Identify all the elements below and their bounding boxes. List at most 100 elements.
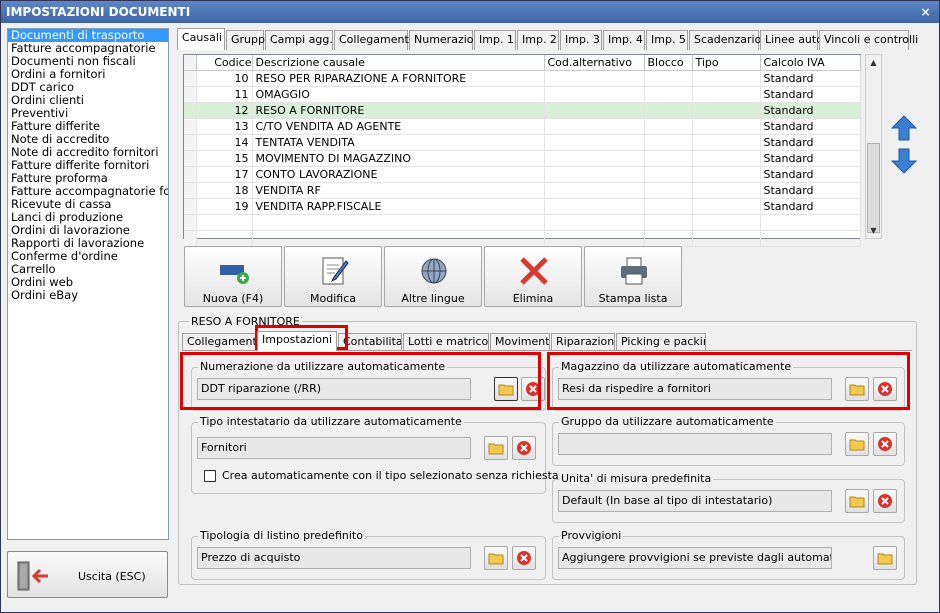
row-header[interactable] [184,102,197,119]
tab-imp-3[interactable]: Imp. 3 [560,30,602,50]
table-cell: 11 [196,86,253,103]
subtab-picking-e-packing[interactable]: Picking e packing [616,333,706,351]
tab-gruppi[interactable]: Gruppi [226,30,268,50]
column-header[interactable]: Calcolo IVA [760,55,861,71]
folder-icon [849,384,865,396]
tipo-intestatario-browse-button[interactable] [484,436,508,460]
tab-imp-1[interactable]: Imp. 1 [474,30,516,50]
table-cell [644,182,693,199]
column-header[interactable]: Descrizione causale [252,55,545,71]
tab-campi-agg-[interactable]: Campi agg. [265,30,333,50]
listino-clear-button[interactable] [512,546,536,570]
table-cell [196,214,253,231]
exit-button[interactable]: Uscita (ESC) [7,551,168,598]
tipo-intestatario-clear-button[interactable] [512,436,536,460]
scroll-thumb[interactable] [867,143,880,233]
causali-grid[interactable]: Codice Descrizione causale Cod.alternativo… [183,54,861,247]
unita-misura-browse-button[interactable] [845,489,869,513]
row-header[interactable] [184,134,197,151]
tab-causali[interactable]: Causali [177,28,225,50]
tab-imp-5[interactable]: Imp. 5 [646,30,688,50]
table-row[interactable]: 13 C/TO VENDITA AD AGENTE Standard [184,118,861,135]
tab-imp-4[interactable]: Imp. 4 [603,30,645,50]
table-row[interactable]: 18 VENDITA RF Standard [184,182,861,199]
document-type-list[interactable]: Documenti di trasporto Fatture accompagna… [7,28,169,540]
table-row[interactable]: 10 RESO PER RIPARAZIONE A FORNITORE Standa… [184,70,861,87]
table-row[interactable]: 14 TENTATA VENDITA Standard [184,134,861,151]
table-row[interactable]: 17 CONTO LAVORAZIONE Standard [184,166,861,183]
numerazione-clear-button[interactable] [521,377,545,401]
gruppo-clear-button[interactable] [873,432,897,456]
gruppo-browse-button[interactable] [845,432,869,456]
languages-button[interactable]: Altre lingue [384,246,482,307]
unita-misura-field[interactable]: Default (In base al tipo di intestatario… [558,490,832,512]
column-header[interactable]: Blocco [644,55,693,71]
table-cell: MOVIMENTO DI MAGAZZINO [252,150,545,167]
tab-numerazioni[interactable]: Numerazioni [409,30,484,50]
unita-misura-clear-button[interactable] [873,489,897,513]
column-header[interactable]: Codice [196,55,253,71]
subtab-impostazioni[interactable]: Impostazioni [257,331,337,351]
row-header[interactable] [184,70,197,87]
print-button[interactable]: Stampa lista [584,246,682,307]
subtab-lotti-e-matricole[interactable]: Lotti e matricole [403,333,489,351]
subtab-contabilita-[interactable]: Contabilita' [338,333,402,351]
gruppo-field[interactable] [558,433,832,455]
auto-create-checkbox[interactable] [204,470,216,482]
tab-scadenzario[interactable]: Scadenzario [689,30,761,50]
column-header[interactable]: Cod.alternativo [544,55,645,71]
row-header[interactable] [184,198,197,215]
doc-list-item[interactable]: Ordini eBay [8,289,168,302]
provvigioni-field[interactable]: Aggiungere provvigioni se previste dagli… [558,547,832,569]
subtab-movimenti[interactable]: Movimenti [490,333,550,351]
column-header[interactable]: Tipo [692,55,761,71]
row-header[interactable] [184,150,197,167]
table-row[interactable]: 15 MOVIMENTO DI MAGAZZINO Standard [184,150,861,167]
move-down-button[interactable] [890,147,918,175]
table-cell [544,230,645,247]
tipo-intestatario-label: Tipo intestatario da utilizzare automati… [198,415,464,428]
table-cell: CONTO LAVORAZIONE [252,166,545,183]
delete-button[interactable]: Elimina [484,246,582,307]
table-cell [544,214,645,231]
tab-collegamenti[interactable]: Collegamenti [334,30,412,50]
scroll-up-arrow[interactable]: ▲ [866,55,881,71]
provvigioni-browse-button[interactable] [873,546,897,570]
scroll-down-arrow[interactable]: ▼ [866,223,881,239]
row-header[interactable] [184,86,197,103]
move-up-button[interactable] [890,114,918,142]
subtab-riparazioni[interactable]: Riparazioni [551,333,615,351]
tab-linee-auto[interactable]: Linee auto [760,30,823,50]
subtab-collegamenti[interactable]: Collegamenti [182,333,256,351]
listino-field[interactable]: Prezzo di acquisto [197,547,471,569]
listino-browse-button[interactable] [484,546,508,570]
tab-imp-2[interactable]: Imp. 2 [517,30,559,50]
magazzino-clear-button[interactable] [873,377,897,401]
table-row[interactable]: 11 OMAGGIO Standard [184,86,861,103]
new-button[interactable]: Nuova (F4) [184,246,282,307]
table-row[interactable]: 19 VENDITA RAPP.FISCALE Standard [184,198,861,215]
row-header[interactable] [184,118,197,135]
table-cell [692,102,761,119]
clear-icon [517,551,531,565]
folder-icon [877,553,893,565]
close-button[interactable]: × [918,5,933,19]
clear-icon [517,441,531,455]
row-header[interactable] [184,182,197,199]
tab-vincoli-e-controlli[interactable]: Vincoli e controlli [819,30,918,50]
table-cell: Standard [760,70,861,87]
magazzino-browse-button[interactable] [845,377,869,401]
numerazione-browse-button[interactable] [494,377,518,401]
table-row[interactable]: 12 RESO A FORNITORE Standard [184,102,861,119]
edit-button[interactable]: Modifica [284,246,382,307]
gruppo-group: Gruppo da utilizzare automaticamente [552,415,905,466]
new-document-icon [220,265,249,284]
grid-scrollbar[interactable]: ▲ ▼ [865,54,882,239]
magazzino-field[interactable]: Resi da rispedire a fornitori [558,378,832,400]
tipo-intestatario-field[interactable]: Fornitori [197,437,471,459]
numerazione-field[interactable]: DDT riparazione (/RR) [197,378,471,400]
arrow-up-icon [890,115,918,141]
row-header[interactable] [184,166,197,183]
table-cell [760,230,861,247]
tipo-intestatario-group: Tipo intestatario da utilizzare automati… [191,415,559,494]
